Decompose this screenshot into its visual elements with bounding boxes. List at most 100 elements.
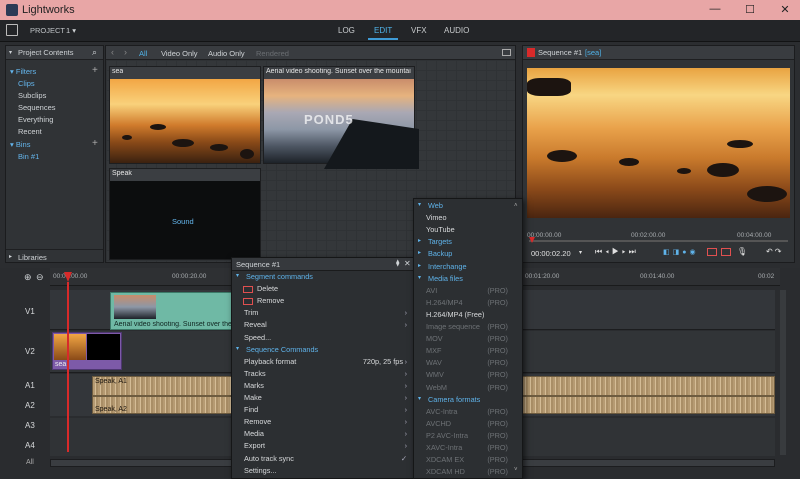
- filter-rendered[interactable]: Rendered: [256, 49, 289, 58]
- menu-item-speed[interactable]: Speed...: [232, 333, 413, 345]
- menu-item-tracks[interactable]: Tracks ›: [232, 369, 413, 381]
- filters-heading[interactable]: ▾ Filters: [10, 67, 36, 76]
- keyboard-icon[interactable]: [502, 49, 511, 56]
- menu-section-backup[interactable]: ▸ Backup: [414, 249, 522, 261]
- go-start-icon[interactable]: ⏮: [595, 247, 605, 256]
- add-bin-icon[interactable]: +: [92, 138, 98, 149]
- menu-item-label: XDCAM EX: [426, 455, 465, 465]
- sidebar-item-bin-1[interactable]: Bin #1: [18, 152, 39, 161]
- step-back-icon[interactable]: ◂: [605, 247, 612, 256]
- track-label-a3[interactable]: A3: [25, 421, 35, 430]
- v2-clip-sea[interactable]: sea: [52, 332, 122, 370]
- menu-section-interchange[interactable]: ▸ Interchange: [414, 262, 522, 274]
- track-label-v2[interactable]: V2: [25, 347, 35, 356]
- close-button[interactable]: ✕: [775, 3, 795, 17]
- chevron-down-icon[interactable]: ▾: [579, 249, 582, 256]
- filter-audio-only[interactable]: Audio Only: [208, 49, 245, 58]
- overwrite-icon[interactable]: ◉: [689, 249, 698, 256]
- menu-item-youtube[interactable]: YouTube: [414, 225, 522, 237]
- menu-item-export[interactable]: Export ›: [232, 441, 413, 453]
- bins-heading[interactable]: ▾ Bins: [10, 140, 30, 149]
- track-label-v1[interactable]: V1: [25, 307, 35, 316]
- tab-log[interactable]: LOG: [338, 26, 355, 35]
- replace-icon[interactable]: [707, 248, 717, 256]
- menu-item-remove[interactable]: Remove ›: [232, 417, 413, 429]
- track-label-a4[interactable]: A4: [25, 441, 35, 450]
- microphone-icon[interactable]: 🎙: [737, 247, 747, 256]
- tab-vfx[interactable]: VFX: [411, 26, 427, 35]
- pin-icon[interactable]: ⧫: [396, 259, 399, 267]
- chevron-up-icon[interactable]: ˄: [514, 203, 518, 209]
- mark-in-icon[interactable]: ◧: [663, 249, 673, 256]
- menu-item-label: YouTube: [426, 225, 455, 235]
- back-icon[interactable]: ‹: [111, 47, 114, 57]
- track-label-a1[interactable]: A1: [25, 381, 35, 390]
- v1-clip-aerial[interactable]: Aerial video shooting. Sunset over the: [110, 292, 235, 330]
- menu-item-trim[interactable]: Trim ›: [232, 308, 413, 320]
- sidebar-item-subclips[interactable]: Subclips: [18, 91, 46, 100]
- forward-icon[interactable]: ›: [124, 47, 127, 57]
- go-end-icon[interactable]: ⏭: [629, 247, 639, 256]
- chevron-down-icon[interactable]: ▾: [9, 49, 12, 56]
- clip-sea[interactable]: sea: [109, 66, 261, 164]
- menu-section-segment-commands[interactable]: ▾ Segment commands: [232, 272, 413, 284]
- track-label-a2[interactable]: A2: [25, 401, 35, 410]
- menu-item-marks[interactable]: Marks ›: [232, 381, 413, 393]
- clip-speak[interactable]: Speak Sound: [109, 168, 261, 260]
- delete-segment-icon[interactable]: [721, 248, 731, 256]
- timeline-vscroll[interactable]: [780, 290, 786, 455]
- viewer-playhead[interactable]: [529, 237, 535, 243]
- menu-section-web[interactable]: ▾ Web: [414, 201, 522, 213]
- v1-clip-thumb: [114, 295, 156, 319]
- menu-item-make[interactable]: Make ›: [232, 393, 413, 405]
- sidebar-item-everything[interactable]: Everything: [18, 115, 53, 124]
- menu-item-label: Make: [244, 393, 262, 402]
- sidebar-item-sequences[interactable]: Sequences: [18, 103, 56, 112]
- close-icon[interactable]: ✕: [404, 259, 411, 268]
- zoom-in-icon[interactable]: ⊕: [24, 272, 32, 283]
- checkmark-icon: ✓: [400, 453, 407, 463]
- menu-section-media-files[interactable]: ▾ Media files: [414, 274, 522, 286]
- menu-section-targets[interactable]: ▸ Targets: [414, 237, 522, 249]
- step-forward-icon[interactable]: ▸: [622, 247, 629, 256]
- play-icon[interactable]: ▶: [612, 247, 622, 256]
- project-selector[interactable]: 1 ▾: [66, 26, 76, 35]
- menu-item-h-264-mp4-free[interactable]: H.264/MP4 (Free): [414, 310, 522, 322]
- menu-item-xdcam-ex: XDCAM EX (PRO): [414, 455, 522, 467]
- viewer-scrub-bar[interactable]: [529, 240, 788, 242]
- menu-item-find[interactable]: Find ›: [232, 405, 413, 417]
- add-filter-icon[interactable]: +: [92, 65, 98, 76]
- menu-item-settings[interactable]: Settings...: [232, 466, 413, 478]
- tab-edit[interactable]: EDIT: [367, 26, 399, 40]
- menu-item-delete[interactable]: Delete: [232, 284, 413, 296]
- menu-item-playback-format[interactable]: Playback format 720p, 25 fps ›: [232, 357, 413, 369]
- sidebar-item-recent[interactable]: Recent: [18, 127, 42, 136]
- libraries-row[interactable]: ▸ Libraries: [6, 249, 103, 263]
- viewer-current-timecode[interactable]: 00:00:02.20: [531, 249, 571, 258]
- sidebar-item-clips[interactable]: Clips: [18, 79, 35, 88]
- exit-icon[interactable]: [6, 24, 18, 36]
- sidebar-title: Project Contents: [18, 48, 74, 57]
- loop-icons[interactable]: ↶↷: [766, 247, 783, 256]
- menu-item-media[interactable]: Media ›: [232, 429, 413, 441]
- filter-video-only[interactable]: Video Only: [161, 49, 198, 58]
- minimize-button[interactable]: —: [705, 3, 725, 17]
- tab-audio[interactable]: AUDIO: [444, 26, 469, 35]
- menu-section-camera-formats[interactable]: ▾ Camera formats: [414, 395, 522, 407]
- menu-section-sequence-commands[interactable]: ▾ Sequence Commands: [232, 345, 413, 357]
- clip-aerial[interactable]: Aerial video shooting. Sunset over the m…: [263, 66, 419, 169]
- timeline-playhead-marker[interactable]: [64, 272, 72, 282]
- all-tracks-label[interactable]: All: [26, 459, 34, 466]
- menu-item-vimeo[interactable]: Vimeo: [414, 213, 522, 225]
- menu-item-label: H.264/MP4 (Free): [426, 309, 485, 319]
- menu-item-label: Backup: [428, 249, 453, 259]
- filter-all[interactable]: All: [139, 49, 147, 58]
- maximize-button[interactable]: ☐: [740, 3, 760, 17]
- chevron-down-icon[interactable]: ˅: [514, 467, 518, 473]
- search-icon[interactable]: ⌕: [92, 47, 97, 58]
- menu-item-reveal[interactable]: Reveal ›: [232, 320, 413, 332]
- menu-item-auto-track-sync[interactable]: Auto track sync ✓: [232, 454, 413, 466]
- mark-out-icon[interactable]: ◨: [673, 249, 683, 256]
- zoom-out-icon[interactable]: ⊖: [36, 272, 44, 283]
- menu-item-remove[interactable]: Remove: [232, 296, 413, 308]
